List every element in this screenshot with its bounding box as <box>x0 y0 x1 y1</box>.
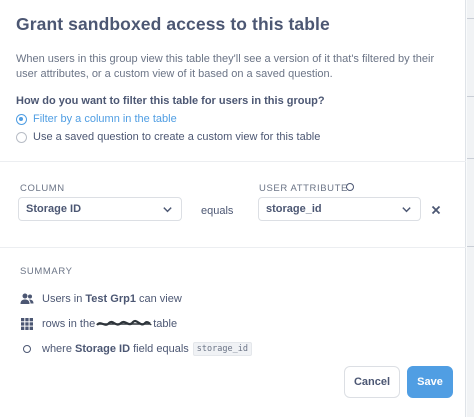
summary-caption: SUMMARY <box>20 266 73 277</box>
user-attribute-select[interactable]: storage_id <box>258 197 421 221</box>
column-select[interactable]: Storage ID <box>18 197 182 221</box>
summary-line-condition: where Storage ID field equals storage_id <box>20 342 252 356</box>
user-attribute-select-value: storage_id <box>266 203 322 215</box>
summary-line-rows: rows in the table <box>20 317 177 331</box>
chevron-down-icon <box>402 207 411 213</box>
chevron-down-icon <box>163 207 172 213</box>
operator-label: equals <box>201 205 234 217</box>
cancel-button[interactable]: Cancel <box>344 366 400 398</box>
divider <box>0 161 466 162</box>
redacted-table-name <box>96 320 152 326</box>
option-label: Use a saved question to create a custom … <box>33 131 321 143</box>
group-name: Test Grp1 <box>85 293 136 305</box>
users-icon <box>20 292 34 306</box>
table-grid-icon <box>20 317 34 331</box>
summary-line-users: Users in Test Grp1 can view <box>20 292 182 306</box>
background-strip <box>467 0 474 417</box>
modal-title: Grant sandboxed access to this table <box>16 14 330 34</box>
condition-attribute-code: storage_id <box>192 342 252 356</box>
circle-icon <box>20 342 34 356</box>
option-label: Filter by a column in the table <box>33 113 177 125</box>
radio-unchecked-icon[interactable] <box>16 131 27 143</box>
user-attribute-caption: USER ATTRIBUTE <box>259 183 348 194</box>
filter-question: How do you want to filter this table for… <box>16 95 325 107</box>
column-caption: COLUMN <box>20 183 65 194</box>
column-select-value: Storage ID <box>26 203 82 215</box>
save-button[interactable]: Save <box>407 366 453 398</box>
option-saved-question[interactable]: Use a saved question to create a custom … <box>16 131 320 143</box>
sandbox-modal: Grant sandboxed access to this table Whe… <box>0 0 466 417</box>
close-icon[interactable] <box>430 204 442 216</box>
radio-checked-icon[interactable] <box>16 113 27 125</box>
modal-description: When users in this group view this table… <box>16 53 435 80</box>
circle-icon <box>346 183 354 191</box>
condition-column: Storage ID <box>75 343 131 355</box>
option-filter-by-column[interactable]: Filter by a column in the table <box>16 113 177 125</box>
divider <box>0 247 466 248</box>
